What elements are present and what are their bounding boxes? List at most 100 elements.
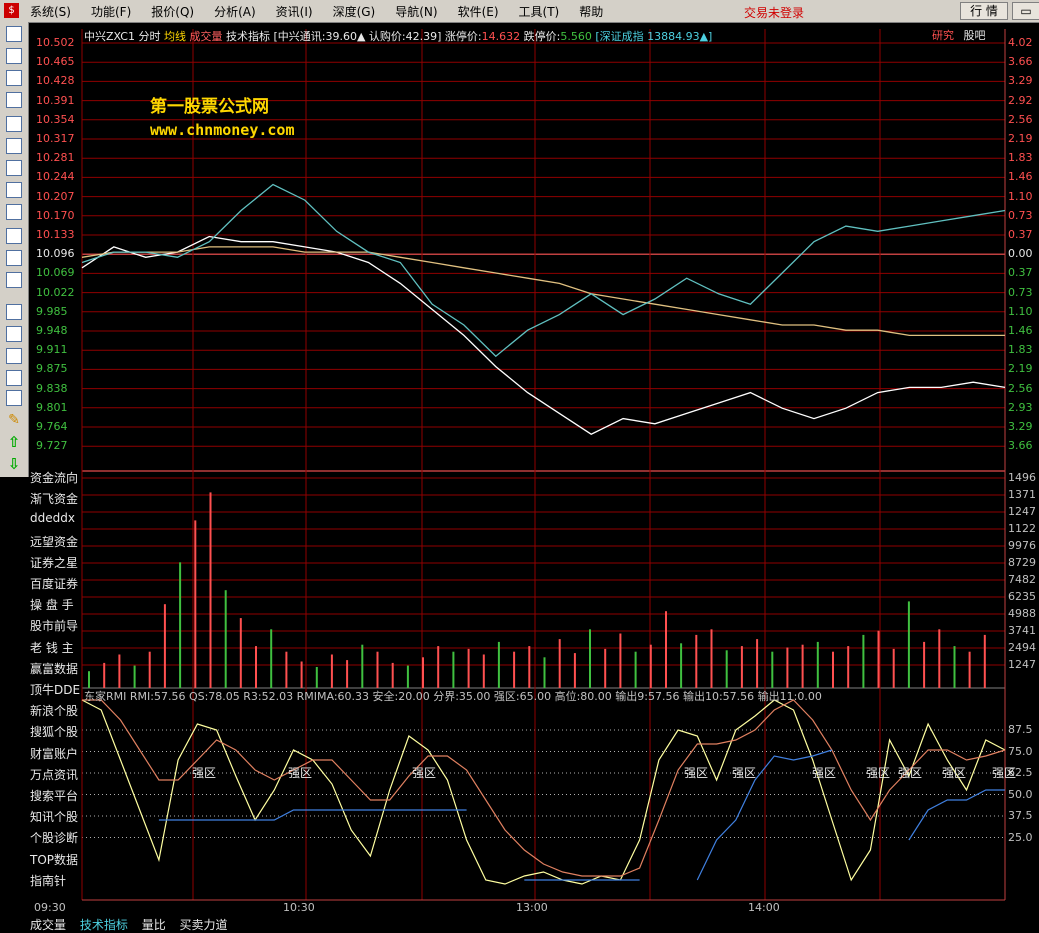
volume-bar xyxy=(255,646,257,688)
price-tick-label: 10.244 xyxy=(36,170,75,184)
percent-tick-label: 2.93 xyxy=(1008,400,1033,414)
chart-canvas xyxy=(81,29,1006,901)
osc-series-2 xyxy=(908,789,1005,841)
watermark-url: www.chnmoney.com xyxy=(150,121,295,139)
tab-bottom-buy-sell[interactable]: 买卖力道 xyxy=(180,918,228,932)
left-menu-item[interactable]: 财富账户 xyxy=(30,745,78,762)
tab-volume[interactable]: 成交量 xyxy=(189,30,222,43)
volume-bar xyxy=(497,641,500,688)
osc-series-1 xyxy=(82,699,1006,877)
left-menu-item[interactable]: 证券之星 xyxy=(30,554,78,571)
left-menu-item[interactable]: 搜索平台 xyxy=(30,787,78,804)
volume-bar xyxy=(330,654,333,688)
price-lines xyxy=(81,183,1006,435)
volume-bar xyxy=(847,646,850,688)
time-label-1030: 10:30 xyxy=(283,901,315,914)
tab-bottom-indicator[interactable]: 技术指标 xyxy=(80,918,128,932)
left-menu-item[interactable]: TOP数据 xyxy=(30,851,78,868)
price-tick-label: 10.391 xyxy=(36,93,75,107)
price-tick-label: 9.875 xyxy=(36,362,68,376)
volume-tick-label: 2494 xyxy=(1008,641,1036,654)
tab-indicator[interactable]: 技术指标 xyxy=(226,30,270,43)
volume-bar xyxy=(467,648,470,688)
strong-zone-label: 强区 xyxy=(812,766,837,780)
price-tick-label: 9.838 xyxy=(36,381,68,395)
limit-up-value: 14.632 xyxy=(481,30,521,43)
volume-bar xyxy=(573,653,576,688)
oscillator-lines xyxy=(81,699,1006,885)
time-label-0930: 09:30 xyxy=(34,901,66,914)
volume-bar xyxy=(209,492,212,688)
percent-tick-label: 1.46 xyxy=(1008,324,1033,337)
index-info: [深证成指 13884.93▲] xyxy=(595,30,713,43)
price-tick-label: 10.465 xyxy=(36,55,75,69)
watermark: 第一股票公式网 www.chnmoney.com xyxy=(150,92,295,139)
percent-tick-label: 0.73 xyxy=(1008,208,1033,222)
left-menu-item[interactable]: ddeddx xyxy=(30,511,75,525)
percent-tick-label: 4.02 xyxy=(1008,36,1033,49)
volume-bar xyxy=(422,657,424,688)
volume-bar xyxy=(452,651,455,688)
strong-zone-label: 强区 xyxy=(684,766,709,780)
volume-bar xyxy=(194,520,197,688)
strong-zone-label: 强区 xyxy=(898,766,923,780)
left-menu-item[interactable]: 万点资讯 xyxy=(30,766,78,783)
price-tick-label: 10.096 xyxy=(36,247,75,261)
left-menu-item[interactable]: 老 钱 主 xyxy=(30,639,74,656)
tab-bottom-volume-ratio[interactable]: 量比 xyxy=(142,918,166,932)
volume-bar xyxy=(619,633,622,688)
left-menu-item[interactable]: 个股诊断 xyxy=(30,829,78,846)
left-menu-item[interactable]: 知讯个股 xyxy=(30,808,78,825)
volume-bar xyxy=(756,639,759,688)
price-series-0 xyxy=(81,235,1006,435)
volume-bar xyxy=(816,641,819,688)
percent-tick-label: 1.10 xyxy=(1008,304,1033,318)
left-menu-item[interactable]: 指南针 xyxy=(30,872,66,889)
volume-bar xyxy=(725,650,728,688)
limit-up-label: 涨停价: xyxy=(444,30,482,43)
left-menu-item[interactable]: 赢富数据 xyxy=(30,660,78,677)
volume-tick-label: 7482 xyxy=(1008,573,1036,586)
left-menu-item[interactable]: 股市前导 xyxy=(30,617,78,634)
tab-intraday[interactable]: 分时 xyxy=(138,30,160,43)
left-menu-item[interactable]: 搜狐个股 xyxy=(30,723,78,740)
volume-tick-label: 1496 xyxy=(1008,471,1036,484)
research-link[interactable]: 研究 xyxy=(932,29,954,42)
left-menu-item[interactable]: 新浪个股 xyxy=(30,702,78,719)
left-menu-item[interactable]: 渐飞资金 xyxy=(30,490,78,507)
price-tick-label: 10.281 xyxy=(36,151,75,165)
time-label-1300: 13:00 xyxy=(516,901,548,914)
limit-down-label: 跌停价: xyxy=(523,30,561,43)
strong-zone-label: 强区 xyxy=(942,766,967,780)
volume-bar xyxy=(482,654,485,688)
forum-link[interactable]: 股吧 xyxy=(964,29,986,42)
price-tick-label: 10.207 xyxy=(36,189,75,203)
tab-average[interactable]: 均线 xyxy=(164,30,186,43)
price-tick-label: 9.911 xyxy=(36,343,68,357)
volume-bar xyxy=(179,562,182,688)
percent-tick-label: 2.19 xyxy=(1008,362,1033,376)
percent-tick-label: 2.56 xyxy=(1008,381,1033,395)
price-tick-label: 10.069 xyxy=(36,266,75,280)
volume-bar xyxy=(133,665,136,688)
percent-tick-label: 2.19 xyxy=(1008,132,1033,145)
left-menu-item[interactable]: 操 盘 手 xyxy=(30,596,74,613)
volume-bar xyxy=(634,651,637,688)
stock-name: 中兴ZXC1 xyxy=(84,30,135,43)
volume-tick-label: 3741 xyxy=(1008,624,1036,637)
volume-bar xyxy=(88,671,90,688)
price-tick-label: 9.764 xyxy=(36,420,68,433)
volume-tick-label: 1247 xyxy=(1008,658,1036,671)
price-header: 中兴ZXC1 分时 均线 成交量 技术指标 [中兴通讯:39.60▲ 认购价:4… xyxy=(84,28,712,44)
price-tick-label: 9.801 xyxy=(36,400,68,414)
volume-bar xyxy=(589,629,591,688)
tab-bottom-volume[interactable]: 成交量 xyxy=(30,918,66,932)
price-tick-label: 10.428 xyxy=(36,74,75,88)
left-menu-item[interactable]: 资金流向 xyxy=(30,469,78,486)
left-menu-item[interactable]: 百度证券 xyxy=(30,575,78,592)
left-menu-item[interactable]: 顶牛DDE xyxy=(30,681,80,698)
left-menu-item[interactable]: 远望资金 xyxy=(30,533,78,550)
price-tick-label: 10.170 xyxy=(36,208,75,222)
percent-tick-label: 0.37 xyxy=(1008,266,1033,280)
osc-tick-label: 37.5 xyxy=(1008,809,1033,822)
